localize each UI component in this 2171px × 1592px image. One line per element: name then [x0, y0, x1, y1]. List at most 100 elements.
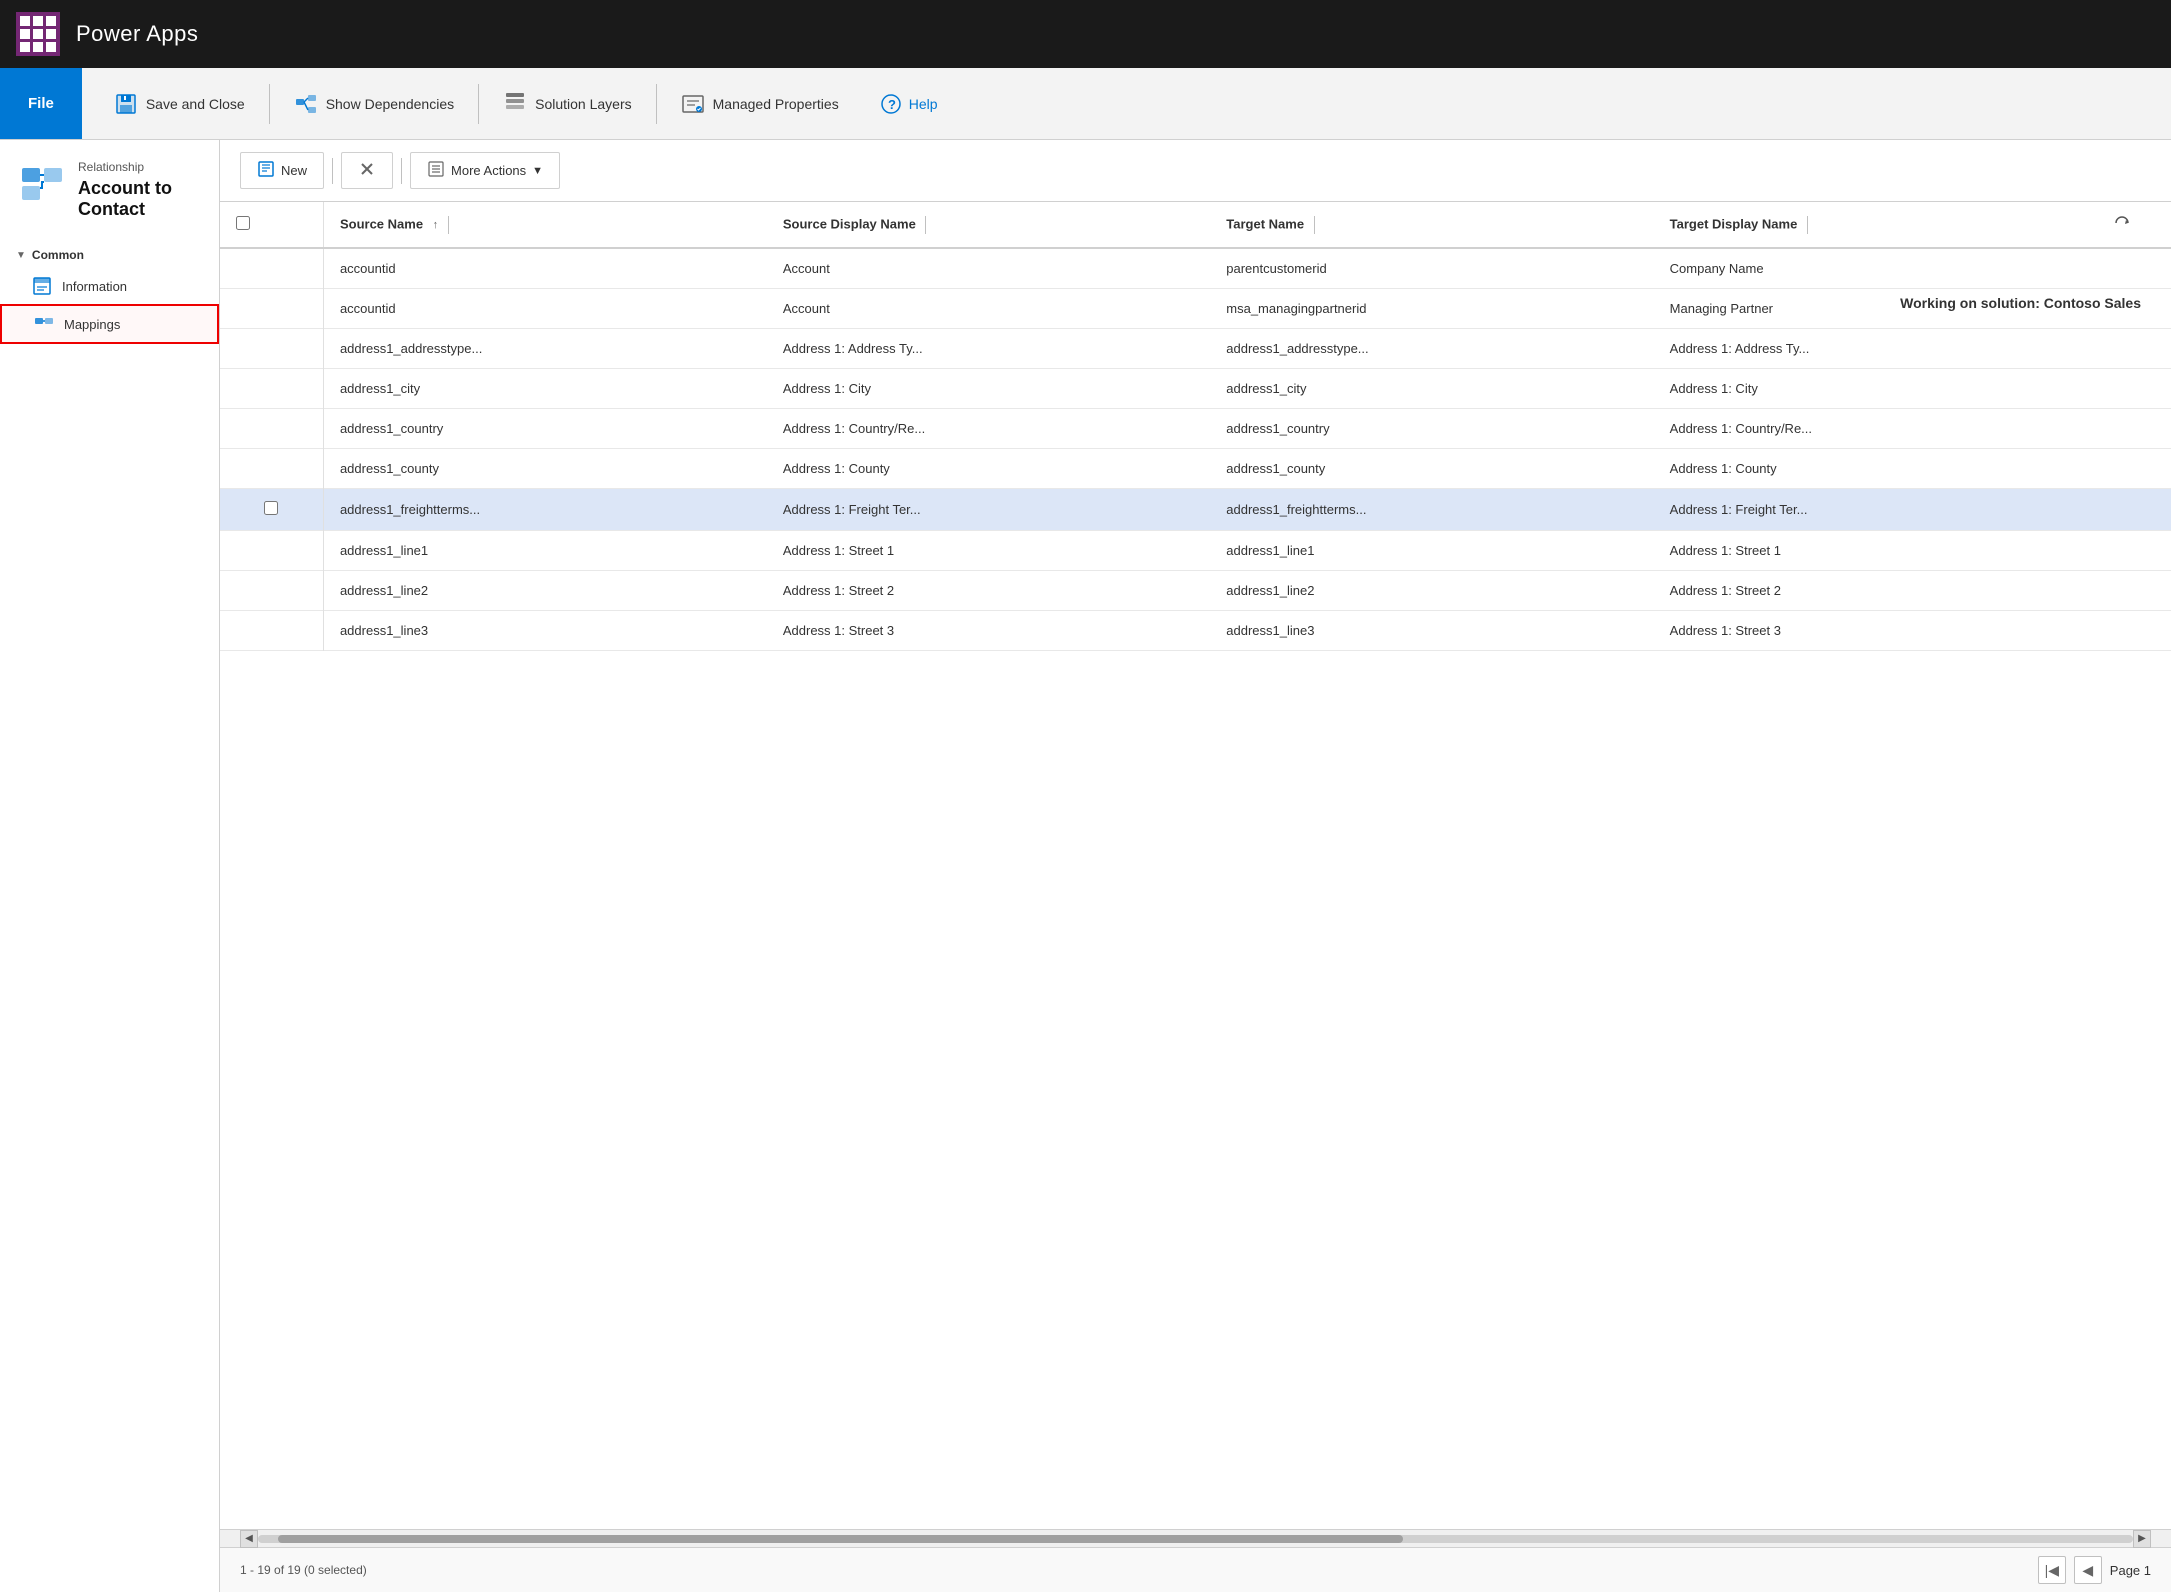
source-name-cell: accountid [323, 248, 766, 289]
help-button[interactable]: ? Help [859, 74, 958, 134]
target-name-cell: address1_line2 [1210, 571, 1653, 611]
target-name-cell: address1_line3 [1210, 611, 1653, 651]
col-sep-2 [925, 216, 926, 234]
select-all-header[interactable] [220, 202, 323, 248]
target-name-label: Target Name [1226, 216, 1304, 231]
row-checkbox-cell[interactable] [220, 489, 323, 531]
table-row[interactable]: address1_line2 Address 1: Street 2 addre… [220, 571, 2171, 611]
table-row[interactable]: address1_county Address 1: County addres… [220, 449, 2171, 489]
mappings-nav-label: Mappings [64, 317, 120, 332]
more-actions-button[interactable]: More Actions ▼ [410, 152, 560, 189]
row-action-cell [2097, 369, 2171, 409]
save-close-button[interactable]: Save and Close [98, 74, 261, 134]
target-display-cell: Address 1: County [1654, 449, 2097, 489]
new-button-label: New [281, 163, 307, 178]
row-checkbox-cell[interactable] [220, 449, 323, 489]
source-display-cell: Address 1: Street 2 [767, 571, 1210, 611]
file-button[interactable]: File [0, 68, 82, 139]
target-name-header[interactable]: Target Name [1210, 202, 1653, 248]
content-toolbar: New [220, 140, 2171, 202]
pagination-controls: |◀ ◀ Page 1 [2038, 1556, 2151, 1584]
solution-layers-button[interactable]: Solution Layers [487, 74, 648, 134]
source-name-cell: address1_line2 [323, 571, 766, 611]
show-dependencies-label: Show Dependencies [326, 96, 454, 112]
entity-type-label: Relationship [78, 160, 199, 174]
hscroll-track[interactable] [258, 1535, 2133, 1543]
information-nav-icon [32, 276, 52, 296]
first-page-button[interactable]: |◀ [2038, 1556, 2066, 1584]
delete-button[interactable] [341, 152, 393, 189]
dropdown-arrow-icon: ▼ [532, 165, 543, 177]
table-row[interactable]: address1_freightterms... Address 1: Frei… [220, 489, 2171, 531]
row-checkbox-cell[interactable] [220, 409, 323, 449]
dependencies-icon [294, 92, 318, 116]
new-button[interactable]: New [240, 152, 324, 189]
target-name-cell: address1_line1 [1210, 531, 1653, 571]
row-checkbox-cell[interactable] [220, 289, 323, 329]
row-checkbox[interactable] [264, 501, 278, 515]
save-icon [114, 92, 138, 116]
row-checkbox-cell[interactable] [220, 329, 323, 369]
select-all-checkbox[interactable] [236, 216, 250, 230]
toolbar-sep-1 [332, 158, 333, 184]
row-checkbox-cell[interactable] [220, 571, 323, 611]
managed-props-icon [681, 92, 705, 116]
hscroll-right-button[interactable]: ▶ [2133, 1530, 2151, 1548]
source-display-cell: Account [767, 248, 1210, 289]
target-name-cell: address1_addresstype... [1210, 329, 1653, 369]
save-close-label: Save and Close [146, 96, 245, 112]
target-display-label: Target Display Name [1670, 216, 1798, 231]
target-name-cell: parentcustomerid [1210, 248, 1653, 289]
sidebar-item-information[interactable]: Information [0, 268, 219, 304]
table-row[interactable]: address1_line1 Address 1: Street 1 addre… [220, 531, 2171, 571]
row-checkbox-cell[interactable] [220, 531, 323, 571]
entity-header: Relationship Account to Contact [0, 140, 219, 230]
source-name-cell: address1_county [323, 449, 766, 489]
source-display-cell: Account [767, 289, 1210, 329]
target-display-header[interactable]: Target Display Name [1654, 202, 2097, 248]
source-name-cell: address1_freightterms... [323, 489, 766, 531]
row-checkbox-cell[interactable] [220, 248, 323, 289]
table-row[interactable]: accountid Account parentcustomerid Compa… [220, 248, 2171, 289]
table-row[interactable]: address1_line3 Address 1: Street 3 addre… [220, 611, 2171, 651]
sort-asc-icon: ↑ [433, 219, 439, 231]
delete-icon [358, 160, 376, 181]
target-display-cell: Address 1: Country/Re... [1654, 409, 2097, 449]
status-bar: 1 - 19 of 19 (0 selected) |◀ ◀ Page 1 [220, 1547, 2171, 1592]
source-display-cell: Address 1: Freight Ter... [767, 489, 1210, 531]
new-icon [257, 160, 275, 181]
refresh-icon [2113, 220, 2131, 235]
source-display-cell: Address 1: City [767, 369, 1210, 409]
row-checkbox-cell[interactable] [220, 611, 323, 651]
table-row[interactable]: accountid Account msa_managingpartnerid … [220, 289, 2171, 329]
sidebar-item-mappings[interactable]: Mappings [0, 304, 219, 344]
help-icon: ? [879, 92, 903, 116]
record-count: 1 - 19 of 19 (0 selected) [240, 1563, 367, 1577]
left-panel: Relationship Account to Contact ▼ Common [0, 140, 220, 1592]
information-nav-label: Information [62, 279, 127, 294]
managed-properties-button[interactable]: Managed Properties [665, 74, 855, 134]
refresh-header[interactable] [2097, 202, 2171, 248]
source-display-header[interactable]: Source Display Name [767, 202, 1210, 248]
source-display-cell: Address 1: Street 3 [767, 611, 1210, 651]
app-logo[interactable] [16, 12, 60, 56]
col-sep-3 [1314, 216, 1315, 234]
more-actions-icon [427, 160, 445, 181]
table-row[interactable]: address1_country Address 1: Country/Re..… [220, 409, 2171, 449]
show-dependencies-button[interactable]: Show Dependencies [278, 74, 470, 134]
source-name-header[interactable]: Source Name ↑ [323, 202, 766, 248]
hscroll-area[interactable]: ◀ ▶ [220, 1529, 2171, 1547]
hscroll-left-button[interactable]: ◀ [240, 1530, 258, 1548]
table-row[interactable]: address1_addresstype... Address 1: Addre… [220, 329, 2171, 369]
table-row[interactable]: address1_city Address 1: City address1_c… [220, 369, 2171, 409]
target-display-cell: Address 1: Street 3 [1654, 611, 2097, 651]
hscroll-thumb[interactable] [278, 1535, 1403, 1543]
prev-page-button[interactable]: ◀ [2074, 1556, 2102, 1584]
entity-icon [20, 160, 64, 207]
mappings-table-container[interactable]: Source Name ↑ Source Display Name Target… [220, 202, 2171, 1529]
row-checkbox-cell[interactable] [220, 369, 323, 409]
source-name-cell: address1_addresstype... [323, 329, 766, 369]
ribbon-sep-1 [269, 84, 270, 124]
nav-section-header: ▼ Common [0, 242, 219, 268]
solution-layers-label: Solution Layers [535, 96, 632, 112]
